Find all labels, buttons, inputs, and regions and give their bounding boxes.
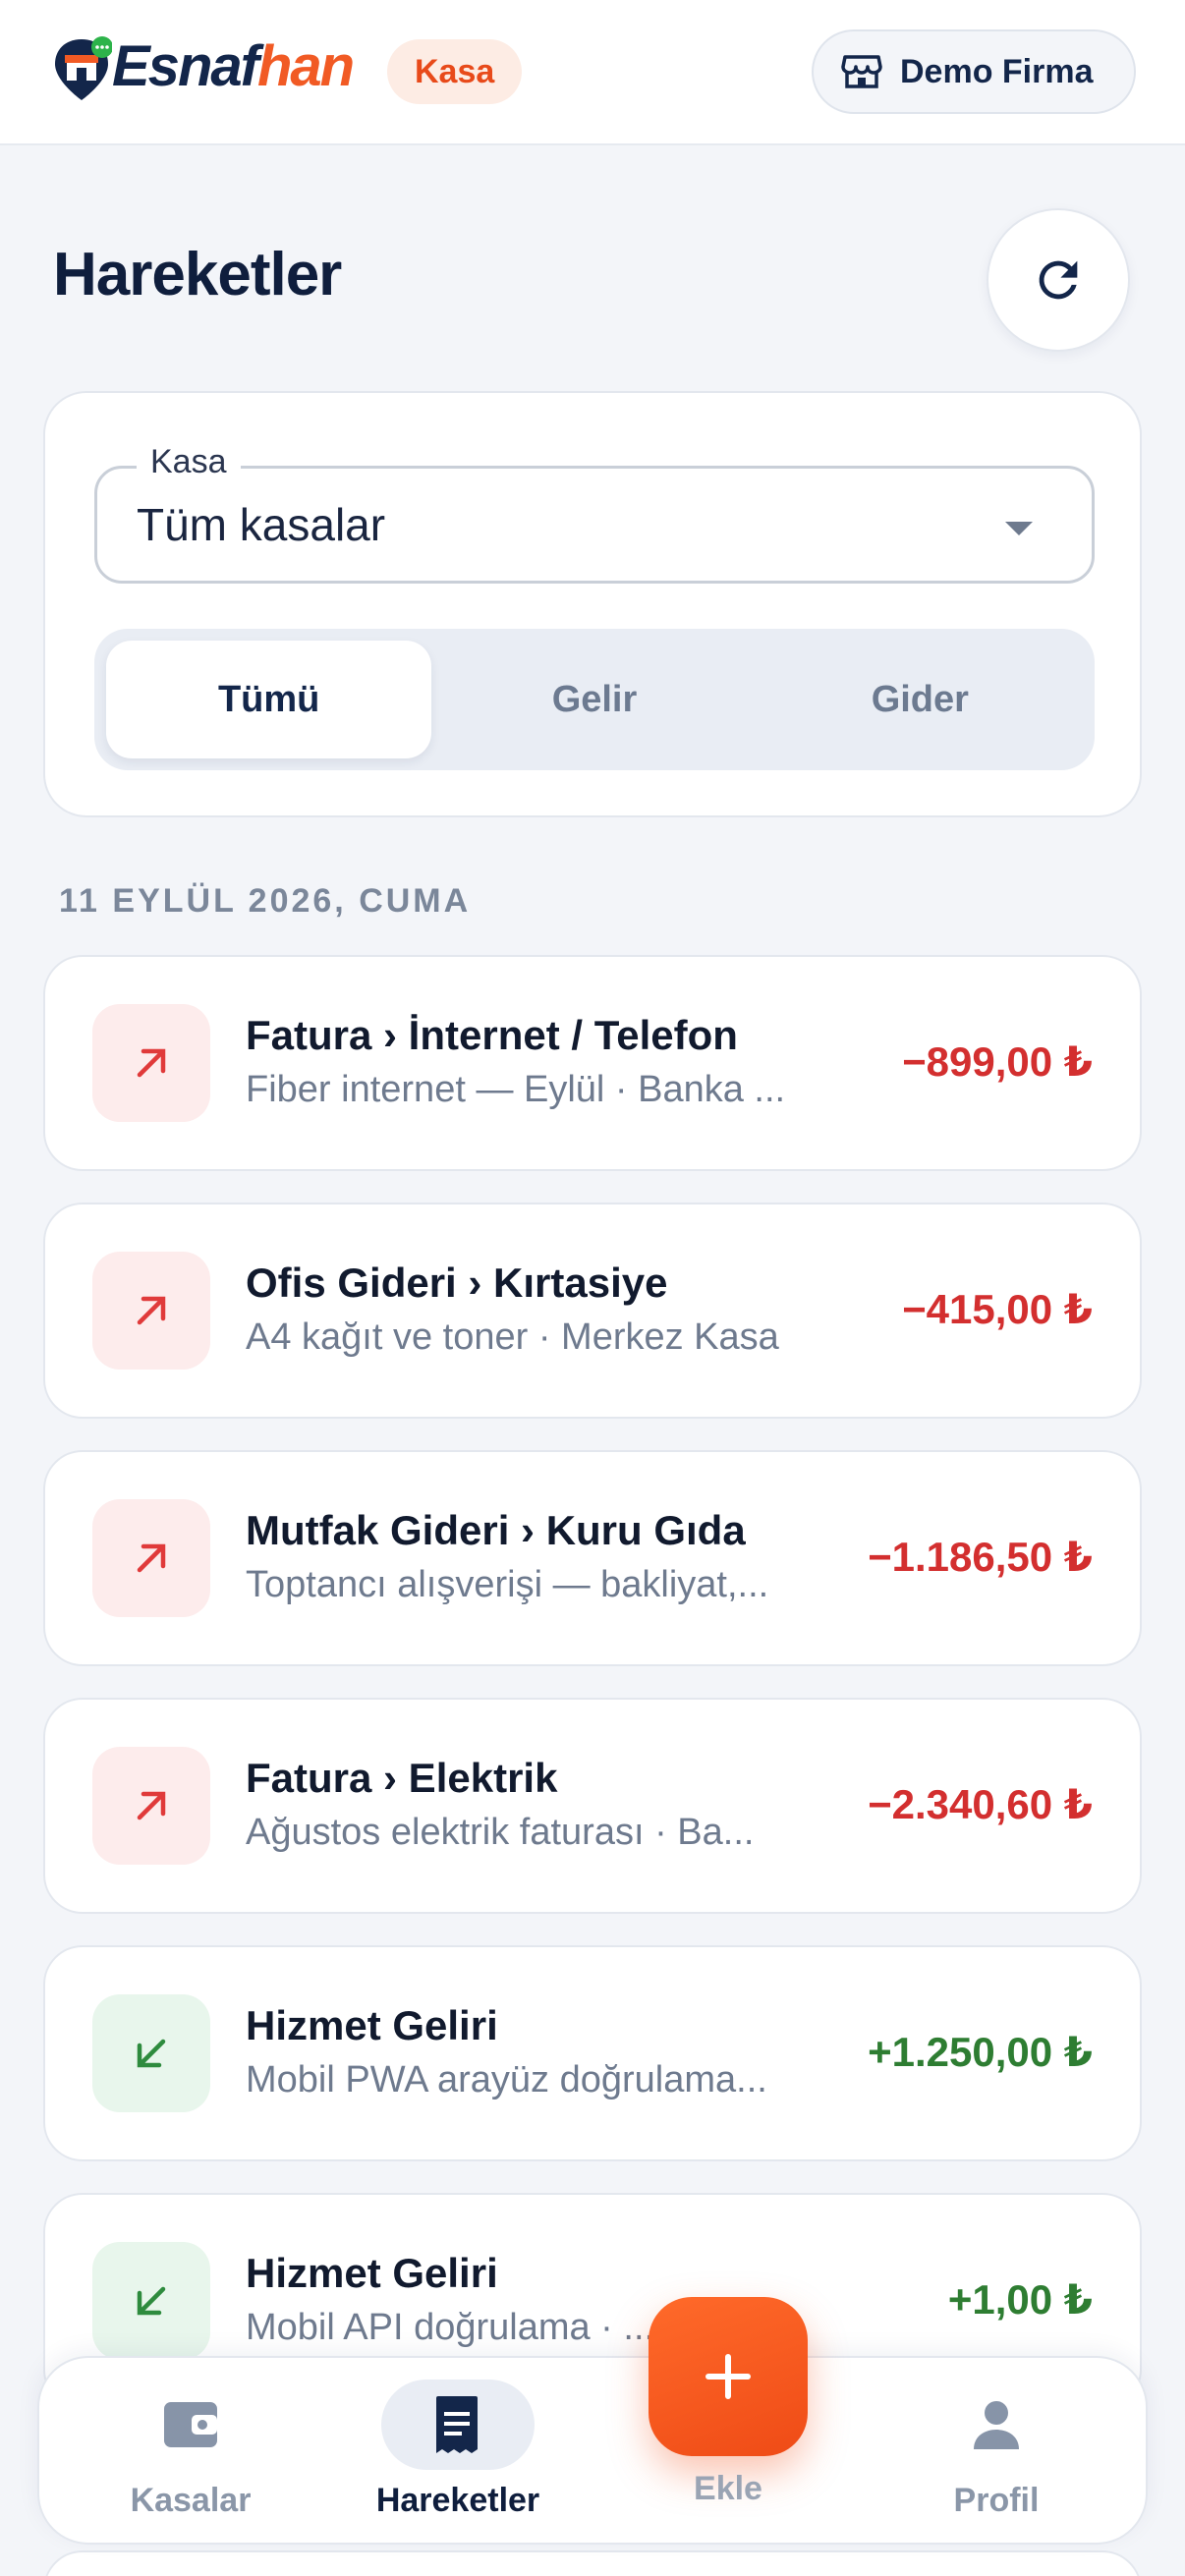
filter-card: Kasa Tüm kasalar Tümü Gelir Gider [43,391,1142,817]
transaction-title: Fatura › Elektrik [246,1755,558,1801]
transaction-card[interactable]: Mutfak Gideri › Kuru Gıda Toptancı alışv… [43,1450,1142,1666]
transaction-title: Ofis Gideri › Kırtasiye [246,1260,668,1306]
transaction-card[interactable]: Hizmet Geliri Mobil PWA arayüz doğrulama… [43,1945,1142,2161]
segment-expense[interactable]: Gider [758,641,1083,758]
type-filter-segmented: Tümü Gelir Gider [94,629,1095,770]
nav-pill [114,2380,267,2470]
transaction-subtitle: Ağustos elektrik faturası · Ba... [246,1812,755,1853]
segment-income[interactable]: Gelir [431,641,757,758]
transaction-amount: +1.250,00 ₺ [868,2029,1093,2075]
transaction-amount: −899,00 ₺ [902,1038,1093,1085]
company-name: Demo Firma [900,52,1094,90]
expense-icon-box [92,1747,210,1865]
add-transaction-fab[interactable] [649,2297,808,2456]
logo-icon [55,36,112,100]
company-switcher-button[interactable]: Demo Firma [812,29,1136,114]
arrow-down-left-icon [137,2286,166,2316]
transaction-subtitle: A4 kağıt ve toner · Merkez Kasa [246,1316,779,1358]
kasa-select[interactable]: Kasa Tüm kasalar [94,443,1095,584]
kasa-select-label: Kasa [137,443,241,481]
expense-icon-box [92,1252,210,1370]
nav-pill-active [381,2380,535,2470]
arrow-up-right-icon [137,1543,166,1573]
app-module-badge: Kasa [387,39,523,104]
refresh-icon [1039,260,1078,300]
nav-item-hareketler[interactable]: Hareketler [350,2358,566,2547]
nav-item-kasalar[interactable]: Kasalar [83,2358,299,2547]
arrow-up-right-icon [137,1048,166,1078]
person-icon [974,2401,1019,2449]
brand-logo-text: Esnafhan [112,33,355,99]
top-app-bar: Esnafhan Kasa Demo Firma [0,0,1185,145]
transaction-card-partial[interactable] [43,2550,1142,2576]
logo-text-part1: Esnaf [112,34,259,98]
transaction-subtitle: Mobil PWA arayüz doğrulama... [246,2059,767,2100]
kasa-select-value: Tüm kasalar [137,499,386,550]
expense-icon-box [92,1499,210,1617]
dropdown-arrow-icon [1005,522,1033,535]
segment-all[interactable]: Tümü [106,641,432,758]
nav-label-hareketler: Hareketler [375,2482,540,2519]
arrow-up-right-icon [137,1791,166,1820]
transaction-title: Mutfak Gideri › Kuru Gıda [246,1507,746,1553]
income-icon-box [92,1994,210,2112]
receipt-icon [436,2396,478,2453]
logo-text-part2: han [256,34,355,98]
transaction-title: Hizmet Geliri [246,2250,498,2296]
transaction-subtitle: Fiber internet — Eylül · Banka ... [246,1069,786,1110]
transaction-card[interactable]: Fatura › İnternet / Telefon Fiber intern… [43,955,1142,1171]
transaction-card[interactable]: Ofis Gideri › Kırtasiye A4 kağıt ve tone… [43,1203,1142,1419]
plus-icon [705,2354,751,2399]
arrow-down-left-icon [137,2039,166,2068]
transaction-title: Hizmet Geliri [246,2002,498,2048]
fab-label-ekle: Ekle [694,2470,762,2507]
transaction-amount: −1.186,50 ₺ [868,1534,1093,1580]
transaction-subtitle: Toptancı alışverişi — bakliyat,... [246,1564,769,1605]
transaction-amount: −415,00 ₺ [902,1286,1093,1332]
transaction-amount: −2.340,60 ₺ [868,1781,1093,1827]
transaction-amount: +1,00 ₺ [947,2276,1093,2323]
arrow-up-right-icon [137,1296,166,1325]
refresh-button[interactable] [987,208,1130,352]
bottom-navigation: Kasalar Hareketler Profil [37,2356,1148,2545]
wallet-icon [164,2402,217,2447]
nav-label-kasalar: Kasalar [130,2482,252,2519]
nav-item-profil[interactable]: Profil [888,2358,1104,2547]
nav-pill [920,2380,1073,2470]
transaction-card[interactable]: Fatura › Elektrik Ağustos elektrik fatur… [43,1698,1142,1914]
page-title: Hareketler [53,241,342,308]
transaction-title: Fatura › İnternet / Telefon [246,1012,738,1058]
nav-label-profil: Profil [953,2482,1040,2519]
income-icon-box [92,2242,210,2360]
store-icon [841,55,882,88]
expense-icon-box [92,1004,210,1122]
date-group-header: 11 EYLÜL 2026, CUMA [59,882,472,920]
